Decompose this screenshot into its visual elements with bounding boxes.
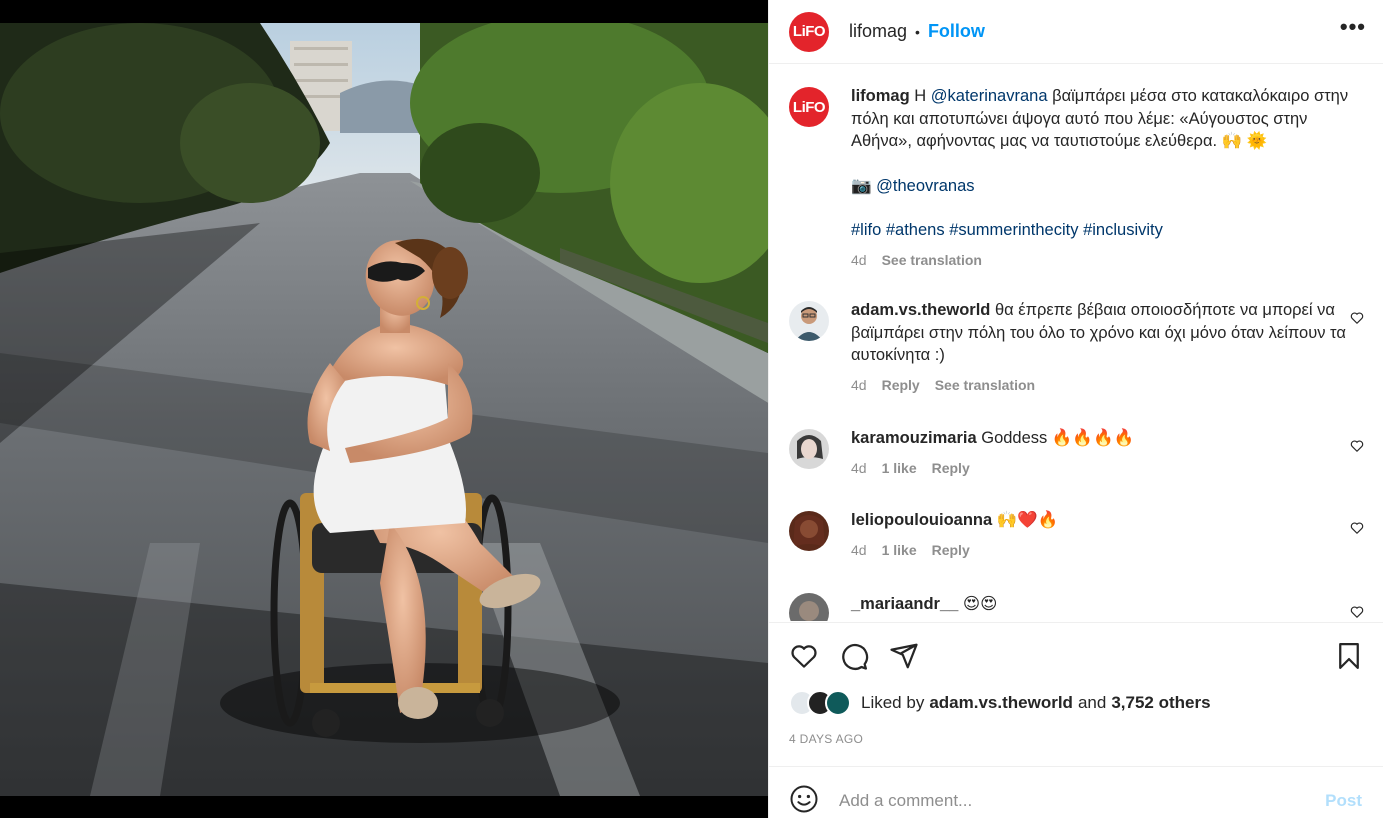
comment-body: leliopoulouioanna 🙌❤️🔥 4d 1 like Reply xyxy=(851,509,1346,561)
comment-like-heart-icon[interactable] xyxy=(1350,439,1364,453)
hashtag[interactable]: #athens xyxy=(886,221,945,239)
comment-username[interactable]: adam.vs.theworld xyxy=(851,301,990,319)
comment-age: 4d xyxy=(851,541,867,558)
see-translation-button[interactable]: See translation xyxy=(935,374,1035,397)
caption-avatar-text: LiFO xyxy=(792,98,826,116)
comment-age: 4d xyxy=(851,459,867,476)
post-timestamp[interactable]: 4 DAYS AGO xyxy=(789,732,863,746)
share-icon[interactable] xyxy=(889,641,919,671)
media-pane xyxy=(0,0,768,818)
likes-count-button[interactable]: 3,752 others xyxy=(1111,693,1210,713)
comment-like-heart-icon[interactable] xyxy=(1350,311,1364,325)
liked-by-user[interactable]: adam.vs.theworld xyxy=(929,693,1073,713)
comment-input[interactable]: Add a comment... xyxy=(839,791,972,811)
post-header: LiFO lifomag • Follow ••• xyxy=(769,0,1383,64)
caption-text-before: Η xyxy=(914,87,927,105)
comment-avatar[interactable] xyxy=(789,593,829,621)
liked-by-avatars xyxy=(789,690,853,716)
photo-illustration xyxy=(0,23,768,796)
post-photo[interactable] xyxy=(0,23,768,796)
comment-age: 4d xyxy=(851,376,867,393)
reply-button[interactable]: Reply xyxy=(882,374,920,397)
camera-icon: 📷 xyxy=(851,176,872,195)
liked-by-joiner: and xyxy=(1077,693,1107,712)
add-comment-bar: Add a comment... Post xyxy=(769,766,1383,818)
hashtag[interactable]: #lifo xyxy=(851,221,881,239)
instagram-post-viewer: LiFO lifomag • Follow ••• LiFO lifomag Η… xyxy=(0,0,1383,818)
reply-button[interactable]: Reply xyxy=(932,539,970,562)
avatar-logo-text: LiFO xyxy=(792,23,826,40)
comment-likes-count[interactable]: 1 like xyxy=(882,457,917,480)
more-options-icon[interactable]: ••• xyxy=(1340,14,1366,40)
header-username[interactable]: lifomag xyxy=(849,21,907,42)
post-comment-button[interactable]: Post xyxy=(1325,791,1362,811)
comment-body: karamouzimaria Goddess 🔥🔥🔥🔥 4d 1 like Re… xyxy=(851,427,1346,479)
comment-username[interactable]: leliopoulouioanna xyxy=(851,511,992,529)
caption-age: 4d xyxy=(851,251,867,268)
caption-text: βαϊμπάρει μέσα στο κατακαλόκαιρο στην πό… xyxy=(851,87,1349,150)
caption-meta: 4d See translation xyxy=(851,249,1351,272)
comment-username[interactable]: karamouzimaria xyxy=(851,429,977,447)
reply-button[interactable]: Reply xyxy=(932,457,970,480)
comment-meta: 4d 1 like Reply xyxy=(851,539,1346,562)
comment-avatar[interactable] xyxy=(789,301,829,341)
comment-avatar[interactable] xyxy=(789,511,829,551)
comment-text: 🙌❤️🔥 xyxy=(996,511,1059,529)
comment-username[interactable]: _mariaandr__ xyxy=(851,595,958,613)
smile-icon[interactable] xyxy=(789,784,819,814)
avatar[interactable]: LiFO xyxy=(789,11,829,52)
header-separator: • xyxy=(915,23,920,40)
avatar xyxy=(825,690,851,716)
liked-by-prefix: Liked by xyxy=(861,693,925,712)
hashtag[interactable]: #inclusivity xyxy=(1083,221,1163,239)
caption-mention[interactable]: @katerinavrana xyxy=(931,87,1048,105)
caption-username[interactable]: lifomag xyxy=(851,87,910,105)
comment-meta: 4d 1 like Reply xyxy=(851,457,1346,480)
photo-credit-mention[interactable]: @theovranas xyxy=(876,177,974,195)
comments-list[interactable]: LiFO lifomag Η @katerinavrana βαϊμπάρει … xyxy=(769,65,1383,621)
follow-button[interactable]: Follow xyxy=(928,21,985,42)
post-side-panel: LiFO lifomag • Follow ••• LiFO lifomag Η… xyxy=(768,0,1383,818)
comment-icon[interactable] xyxy=(839,641,869,671)
heart-icon[interactable] xyxy=(789,641,819,671)
comment-like-heart-icon[interactable] xyxy=(1350,605,1364,619)
comment-likes-count[interactable]: 1 like xyxy=(882,539,917,562)
hashtag[interactable]: #summerinthecity xyxy=(949,221,1078,239)
comment-text: 😍😍 xyxy=(962,595,998,613)
comment-body: adam.vs.theworld θα έπρεπε βέβαια οποιοσ… xyxy=(851,299,1346,396)
comment-meta: 4d Reply See translation xyxy=(851,374,1346,397)
comment-text: Goddess 🔥🔥🔥🔥 xyxy=(981,429,1135,447)
bookmark-icon[interactable] xyxy=(1334,641,1364,671)
comment-avatar[interactable] xyxy=(789,429,829,469)
comment-body: _mariaandr__ 😍😍 xyxy=(851,593,1346,616)
caption-body: lifomag Η @katerinavrana βαϊμπάρει μέσα … xyxy=(851,85,1351,271)
comment-like-heart-icon[interactable] xyxy=(1350,521,1364,535)
likes-summary: Liked by adam.vs.theworld and 3,752 othe… xyxy=(789,690,1211,716)
see-translation-button[interactable]: See translation xyxy=(882,249,982,272)
caption-avatar[interactable]: LiFO xyxy=(789,87,829,127)
